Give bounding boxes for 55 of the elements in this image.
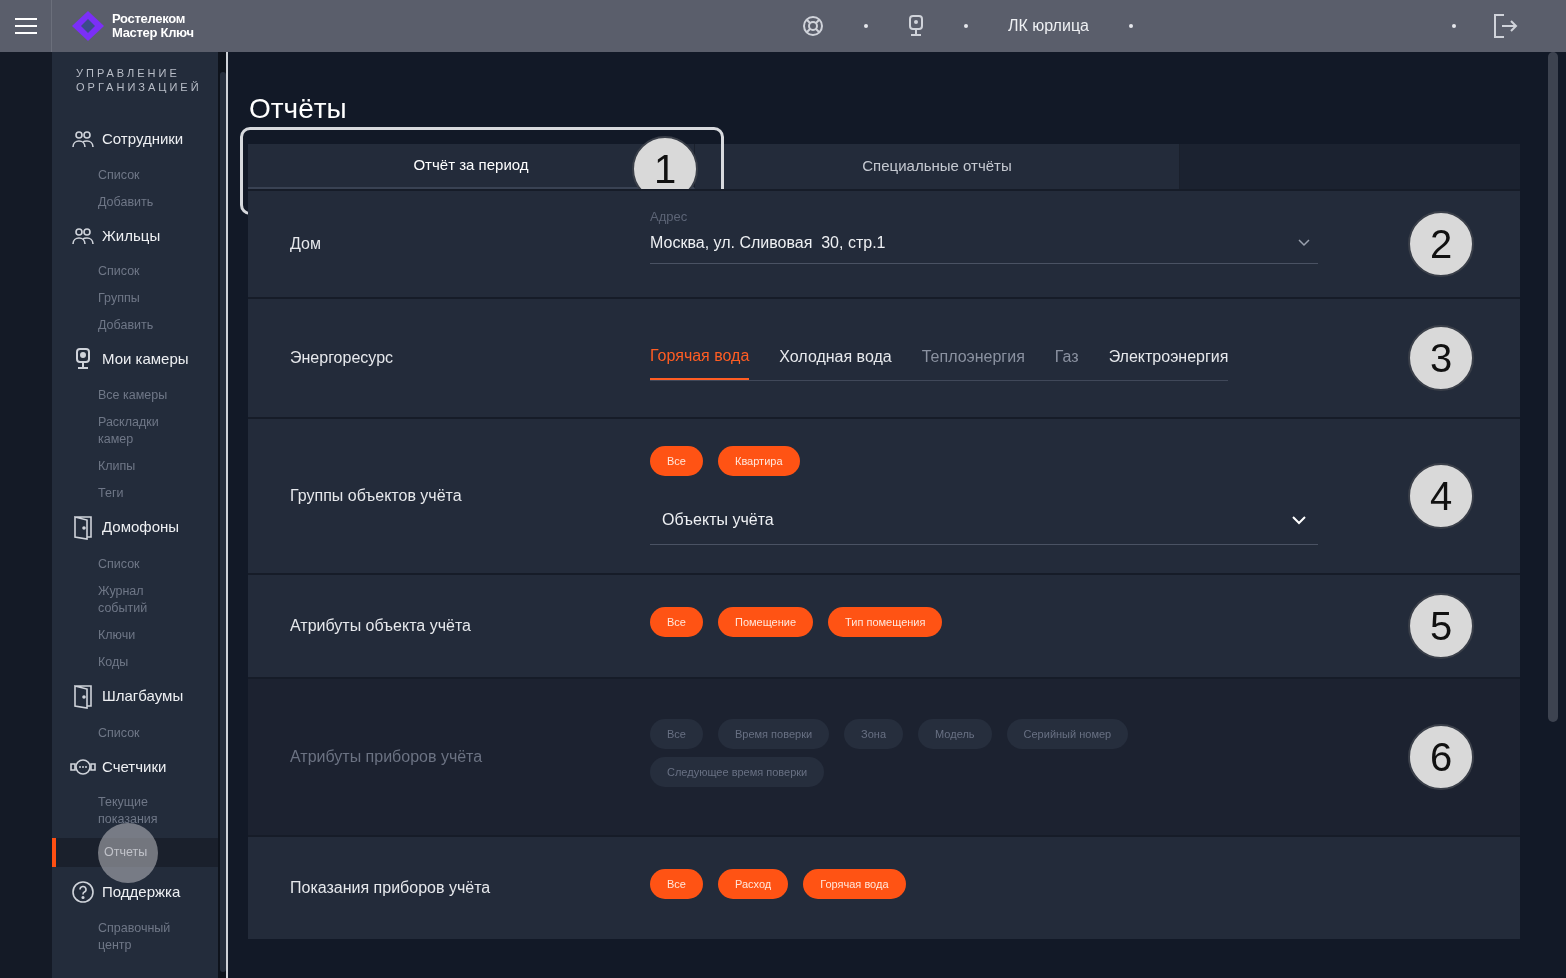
field-label: Атрибуты объекта учёта <box>289 615 472 636</box>
sidebar-section[interactable]: Сотрудники <box>102 128 184 151</box>
sidebar-item[interactable]: Ключи <box>52 626 218 644</box>
sidebar-section[interactable]: Счетчики <box>102 755 167 778</box>
sidebar-item[interactable]: Все камеры <box>52 386 218 404</box>
brand-name: Ростелеком <box>112 12 186 26</box>
brand-name: Мастер Ключ <box>112 26 194 40</box>
field-label: Дом <box>289 233 322 254</box>
sidebar-section[interactable]: Домофоны <box>102 516 180 539</box>
filter-chip[interactable]: Тип помещения <box>828 606 943 637</box>
step-number-tooltip: 3 <box>1408 324 1474 391</box>
sidebar-item[interactable]: Журнал событий <box>52 582 218 617</box>
sidebar-item[interactable]: Список <box>52 724 218 742</box>
sidebar-item[interactable]: Группы <box>52 290 218 307</box>
sidebar-item[interactable]: Добавить <box>52 193 218 211</box>
step-number-tooltip: 5 <box>1408 592 1474 659</box>
sidebar-section[interactable]: Жильцы <box>102 224 161 247</box>
sidebar-item[interactable]: Коды <box>52 653 218 671</box>
sidebar-section[interactable]: Мои камеры <box>102 348 189 371</box>
sidebar-item[interactable]: Список <box>52 166 218 184</box>
field-label: Группы объектов учёта <box>289 485 463 506</box>
sidebar-item[interactable]: Добавить <box>52 317 218 334</box>
sidebar-section[interactable]: Поддержка <box>102 881 181 904</box>
resource-tab[interactable]: Электроэнергия <box>1108 344 1229 381</box>
sidebar-item[interactable]: Текущие показания <box>52 794 218 828</box>
tab[interactable]: Специальные отчёты <box>695 143 1180 189</box>
filter-chip[interactable]: Все <box>650 606 703 637</box>
sidebar-item[interactable]: Отчеты <box>52 838 218 867</box>
field-label: Энергоресурс <box>289 347 395 368</box>
resource-tab[interactable]: Холодная вода <box>779 344 892 381</box>
sidebar-section[interactable]: Шлагбаумы <box>102 685 184 708</box>
sidebar-item[interactable]: Список <box>52 263 218 280</box>
filter-chip[interactable]: Все <box>650 868 703 899</box>
step-number-tooltip: 6 <box>1408 723 1474 790</box>
filter-chip[interactable]: Все <box>650 446 703 477</box>
account-name[interactable]: ЛК юрлица <box>1008 14 1089 38</box>
sidebar-item[interactable]: Раскладки камер <box>52 413 218 448</box>
field-value: Москва, ул. Сливовая 30, стр.1 <box>650 233 886 254</box>
field-label: Атрибуты приборов учёта <box>289 746 484 767</box>
filter-chip[interactable]: Горячая вода <box>803 868 906 899</box>
sidebar-item[interactable]: Список <box>52 555 218 573</box>
sidebar-item[interactable]: Справочный центр <box>52 919 218 954</box>
page-title: Отчёты <box>249 92 348 126</box>
sidebar-heading: УПРАВЛЕНИЕ ОРГАНИЗАЦИЕЙ <box>75 66 203 94</box>
filter-chip[interactable]: Расход <box>717 868 789 899</box>
step-number-tooltip: 4 <box>1408 462 1474 529</box>
sidebar-item[interactable]: Теги <box>52 484 218 502</box>
step-number-tooltip: 2 <box>1408 210 1474 277</box>
sidebar-item[interactable]: Клипы <box>52 457 218 475</box>
objects-select[interactable]: Объекты учёта <box>650 498 1318 546</box>
field-label: Адрес <box>650 208 688 227</box>
filter-chip[interactable]: Помещение <box>717 606 814 637</box>
resource-tab[interactable]: Горячая вода <box>650 344 750 381</box>
filter-chip[interactable]: Квартира <box>717 446 800 477</box>
field-label: Показания приборов учёта <box>289 877 492 898</box>
